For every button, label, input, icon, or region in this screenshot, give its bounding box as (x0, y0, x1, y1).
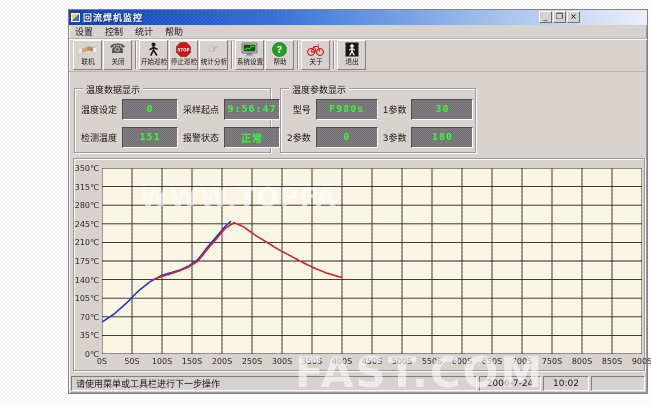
x-tick-label: 50S (124, 357, 139, 366)
x-tick-label: 750S (542, 357, 562, 366)
param3-label: 3参数 (383, 131, 407, 144)
alarm-status-label: 报警状态 (183, 131, 219, 144)
question-mark-icon: ? (272, 41, 287, 58)
minimize-button[interactable]: _ (539, 11, 552, 23)
stop-sign-icon: STOP (176, 41, 191, 58)
y-tick-label: 315℃ (74, 183, 99, 192)
param2-label: 2参数 (287, 131, 311, 144)
disconnect-button[interactable]: ☎ 关闭 (103, 40, 132, 70)
stop-patrol-button[interactable]: STOP 停止巡检 (169, 40, 198, 70)
phone-icon: ☎ (109, 41, 125, 58)
y-tick-label: 70℃ (74, 313, 99, 322)
connect-button[interactable]: 联机 (73, 40, 102, 70)
x-tick-label: 650S (482, 357, 502, 366)
menu-item-help[interactable]: 帮助 (165, 25, 183, 38)
measured-temp-display: 151 (122, 127, 178, 148)
app-window: 回流焊机监控 _ ❐ × 设置 控制 统计 帮助 (68, 9, 648, 394)
app-icon (71, 13, 80, 22)
svg-text:?: ? (277, 45, 283, 56)
system-settings-button[interactable]: 系统设置 (235, 40, 264, 70)
temp-data-title: 温度数据显示 (83, 83, 143, 96)
y-tick-label: 140℃ (74, 276, 99, 285)
y-tick-label: 35℃ (74, 331, 99, 340)
status-time: 10:02 (543, 376, 589, 391)
window-title: 回流焊机监控 (83, 11, 143, 24)
svg-text:STOP: STOP (178, 48, 190, 53)
temp-data-groupbox: 温度数据显示 温度设定 0 采样起点 9:56:47 检测温度 151 报警状态… (74, 88, 271, 153)
x-tick-label: 700S (512, 357, 532, 366)
chart-plot (102, 168, 642, 354)
sample-start-label: 采样起点 (183, 103, 219, 116)
alarm-status-display: 正常 (224, 127, 280, 148)
y-tick-label: 105℃ (74, 294, 99, 303)
x-tick-label: 800S (572, 357, 592, 366)
param1-label: 1参数 (383, 103, 407, 116)
statistics-analysis-button[interactable]: ☞ 统计分析 (199, 40, 228, 70)
help-button[interactable]: ? 帮助 (265, 40, 294, 70)
close-button[interactable]: × (567, 11, 580, 23)
temp-params-groupbox: 温度参数显示 型号 F980s 1参数 30 2参数 0 3参数 180 (280, 88, 476, 153)
x-tick-label: 500S (392, 357, 412, 366)
maximize-button[interactable]: ❐ (553, 11, 566, 23)
y-tick-label: 280℃ (74, 201, 99, 210)
monitor-icon (241, 41, 258, 58)
param2-display: 0 (316, 127, 378, 148)
y-tick-label: 0℃ (74, 350, 99, 359)
x-tick-label: 200S (212, 357, 232, 366)
toolbar: 联机 ☎ 关闭 开始巡检 (69, 39, 647, 72)
screenshot-stage: 回流焊机监控 _ ❐ × 设置 控制 统计 帮助 (0, 0, 651, 405)
model-display: F980s (316, 99, 378, 120)
toolbar-separator (297, 41, 299, 69)
window-controls: _ ❐ × (539, 11, 580, 23)
menu-item-statistics[interactable]: 统计 (135, 25, 153, 38)
menu-bar: 设置 控制 统计 帮助 (69, 25, 647, 39)
walking-person-icon (147, 41, 160, 58)
x-tick-label: 400S (332, 357, 352, 366)
bicycle-icon (307, 41, 324, 58)
y-tick-label: 175℃ (74, 257, 99, 266)
menu-item-settings[interactable]: 设置 (75, 25, 93, 38)
param3-display: 180 (411, 127, 473, 148)
start-patrol-button[interactable]: 开始巡检 (139, 40, 168, 70)
x-tick-label: 0S (97, 357, 107, 366)
x-tick-label: 100S (152, 357, 172, 366)
y-tick-label: 245℃ (74, 220, 99, 229)
x-tick-label: 550S (422, 357, 442, 366)
menu-item-control[interactable]: 控制 (105, 25, 123, 38)
sample-start-display: 9:56:47 (224, 99, 280, 120)
y-tick-label: 350℃ (74, 164, 99, 173)
x-tick-label: 300S (272, 357, 292, 366)
model-label: 型号 (287, 103, 311, 116)
x-tick-label: 850S (602, 357, 622, 366)
x-tick-label: 150S (182, 357, 202, 366)
title-bar[interactable]: 回流焊机监控 _ ❐ × (69, 10, 647, 25)
exit-door-icon (345, 41, 359, 58)
temp-params-title: 温度参数显示 (289, 83, 349, 96)
toolbar-separator (333, 41, 335, 69)
y-tick-label: 210℃ (74, 238, 99, 247)
handshake-icon (79, 41, 96, 58)
status-bar: 请使用菜单或工具栏进行下一步操作 2006-7-24 10:02 (71, 376, 645, 391)
temperature-chart: 350℃ 315℃ 280℃ 245℃ 210℃ 175℃ 140℃ 105℃ 70℃ 35℃ 0℃… (73, 158, 645, 371)
exit-button[interactable]: 退出 (337, 40, 366, 70)
measured-temp-label: 检测温度 (81, 131, 117, 144)
x-tick-label: 250S (242, 357, 262, 366)
temp-setpoint-display: 0 (122, 99, 178, 120)
toolbar-separator (135, 41, 137, 69)
temp-setpoint-label: 温度设定 (81, 103, 117, 116)
status-message: 请使用菜单或工具栏进行下一步操作 (71, 376, 477, 391)
about-button[interactable]: 关于 (301, 40, 330, 70)
toolbar-separator (231, 41, 233, 69)
x-tick-label: 600S (452, 357, 472, 366)
param1-display: 30 (411, 99, 473, 120)
status-date: 2006-7-24 (479, 376, 541, 391)
x-tick-label: 450S (362, 357, 382, 366)
status-filler (591, 376, 645, 391)
x-tick-label: 900S (632, 357, 651, 366)
x-tick-label: 350S (302, 357, 322, 366)
pointing-hand-icon: ☞ (208, 41, 220, 58)
